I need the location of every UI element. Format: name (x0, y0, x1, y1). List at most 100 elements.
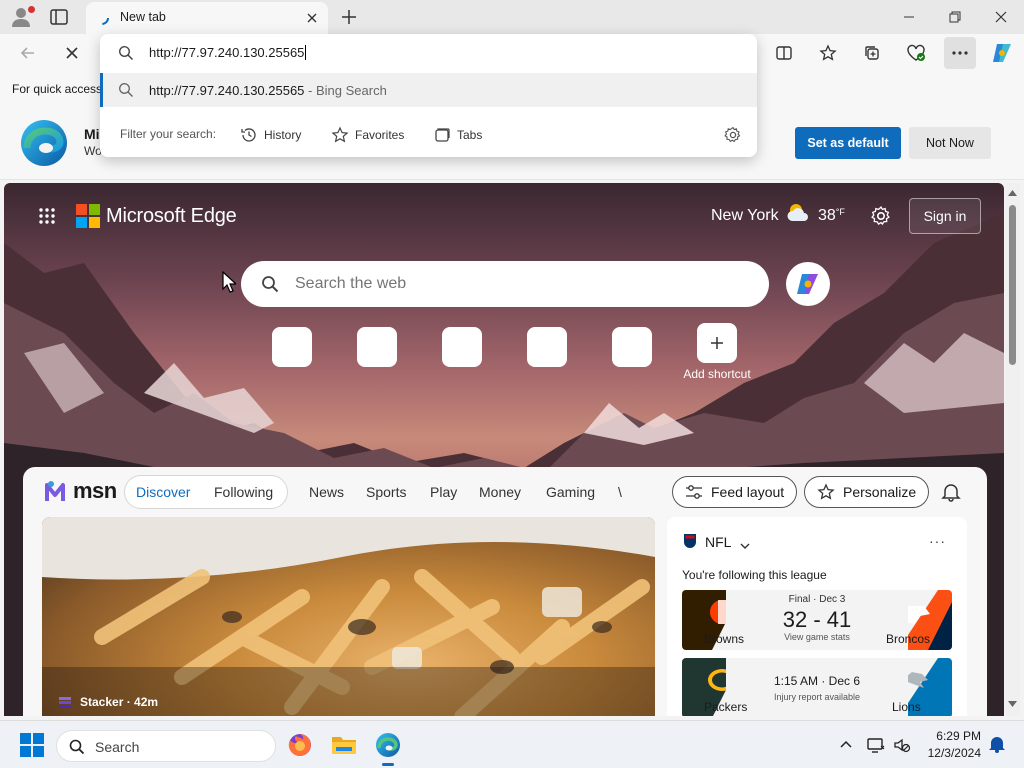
team-name: Packers (704, 700, 748, 714)
tab-discover[interactable]: Discover (136, 484, 190, 500)
tab-overflow[interactable]: \ (618, 484, 622, 500)
clock-date[interactable]: 12/3/2024 (925, 746, 981, 760)
more-options-icon[interactable]: ··· (929, 533, 946, 549)
bing-search-suggestion[interactable]: http://77.97.240.130.25565 - Bing Search (100, 73, 757, 107)
following-league-text: You're following this league (682, 568, 827, 582)
mouse-cursor-icon (222, 270, 238, 293)
personalize-button[interactable]: Personalize (804, 476, 930, 508)
add-shortcut-label: Add shortcut (683, 367, 751, 381)
minimize-icon[interactable] (886, 0, 932, 34)
set-as-default-button[interactable]: Set as default (795, 127, 901, 159)
search-icon (118, 82, 134, 98)
filter-history[interactable]: History (240, 123, 301, 147)
apps-grid-icon[interactable] (38, 207, 56, 225)
partly-cloudy-icon[interactable] (784, 201, 812, 227)
shortcut-tile[interactable] (527, 327, 567, 367)
network-icon[interactable] (866, 735, 886, 755)
edge-taskbar-icon[interactable] (372, 729, 404, 766)
hero-article-card[interactable]: Stacker · 42m (42, 517, 655, 716)
weather-temperature[interactable]: 38°F (818, 207, 845, 225)
nfl-card: NFL ··· You're following this league Bro… (667, 517, 967, 716)
copilot-icon[interactable] (986, 37, 1018, 69)
split-screen-icon[interactable] (768, 37, 800, 69)
msn-brand: msn (73, 478, 117, 503)
stop-loading-icon[interactable] (56, 37, 88, 69)
address-input[interactable]: http://77.97.240.130.25565 (149, 45, 307, 60)
volume-muted-icon[interactable] (892, 735, 912, 755)
tab-new-tab[interactable]: New tab (86, 2, 328, 34)
shortcut-tile[interactable] (442, 327, 482, 367)
feed-layout-button[interactable]: Feed layout (672, 476, 798, 508)
tab-news[interactable]: News (309, 484, 344, 500)
shortcut-tile[interactable] (612, 327, 652, 367)
article-source: Stacker · 42m (58, 695, 158, 709)
browser-essentials-icon[interactable] (900, 37, 932, 69)
page-settings-gear-icon[interactable] (870, 205, 892, 227)
tab-play[interactable]: Play (430, 484, 457, 500)
chevron-down-icon[interactable] (740, 538, 750, 549)
edge-logo-icon (19, 118, 69, 168)
sign-in-button[interactable]: Sign in (909, 198, 981, 234)
close-window-icon[interactable] (978, 0, 1024, 34)
nfl-shield-icon (683, 533, 697, 549)
star-icon (331, 126, 349, 143)
taskbar: Search 6:29 PM 12/3/2024 (0, 720, 1024, 768)
game-packers-lions[interactable]: Packers 1:15 AM · Dec 6 Injury report av… (682, 658, 952, 716)
tab-actions-icon[interactable] (48, 7, 70, 27)
clock-time[interactable]: 6:29 PM (925, 729, 981, 743)
filter-tabs[interactable]: Tabs (433, 123, 482, 147)
tab-sports[interactable]: Sports (366, 484, 406, 500)
shortcut-tile[interactable] (272, 327, 312, 367)
tab-following[interactable]: Following (214, 484, 273, 500)
scroll-up-arrow-icon[interactable] (1008, 189, 1017, 197)
tab-money[interactable]: Money (479, 484, 521, 500)
pasta-photo (42, 517, 655, 716)
taskbar-search-label: Search (95, 739, 140, 755)
chevron-up-icon[interactable] (836, 735, 856, 755)
search-icon (261, 275, 279, 293)
taskbar-search[interactable]: Search (56, 730, 276, 762)
title-bar: New tab (0, 0, 1024, 34)
copilot-search-icon[interactable] (786, 262, 830, 306)
web-search-input[interactable] (295, 275, 735, 293)
file-explorer-icon[interactable] (328, 729, 360, 761)
restore-icon[interactable] (932, 0, 978, 34)
scroll-down-arrow-icon[interactable] (1008, 700, 1017, 708)
game-browns-broncos[interactable]: Browns Final · Dec 3 32 - 41 View game s… (682, 590, 952, 650)
collections-icon[interactable] (856, 37, 888, 69)
search-icon (118, 45, 134, 61)
not-now-button[interactable]: Not Now (909, 127, 991, 159)
weather-city[interactable]: New York (711, 207, 779, 225)
new-tab-plus-icon[interactable] (338, 6, 360, 28)
tab-gaming[interactable]: Gaming (546, 484, 595, 500)
promo-title: Mi (84, 126, 100, 142)
favorites-star-icon[interactable] (812, 37, 844, 69)
notifications-bell-icon[interactable] (941, 482, 961, 502)
sparkle-star-icon (817, 483, 835, 500)
plus-icon (711, 337, 723, 349)
history-icon (241, 128, 256, 142)
ntp-brand: Microsoft Edge (106, 205, 237, 227)
more-options-icon[interactable] (944, 37, 976, 69)
shortcut-tile[interactable] (357, 327, 397, 367)
nfl-title[interactable]: NFL (705, 534, 731, 550)
microsoft-logo-icon (76, 204, 100, 228)
notification-bell-icon[interactable] (988, 735, 1008, 755)
close-tab-icon[interactable] (304, 10, 320, 26)
windows-start-icon[interactable] (20, 733, 44, 757)
page-scrollbar[interactable] (1005, 183, 1020, 716)
search-settings-gear-icon[interactable] (724, 126, 742, 144)
web-search-box[interactable] (241, 261, 769, 307)
sliders-icon (686, 485, 702, 499)
suggestion-text: http://77.97.240.130.25565 - Bing Search (149, 83, 387, 98)
scroll-thumb[interactable] (1009, 205, 1016, 365)
profile-notification-dot (28, 6, 35, 13)
team-name: Broncos (886, 632, 931, 646)
tab-title: New tab (120, 10, 166, 24)
address-bar[interactable]: http://77.97.240.130.25565 (100, 34, 757, 72)
add-shortcut-button[interactable] (697, 323, 737, 363)
address-bar-dropdown: http://77.97.240.130.25565 http://77.97.… (100, 34, 757, 157)
firefox-icon[interactable] (284, 729, 316, 761)
filter-favorites[interactable]: Favorites (331, 123, 404, 147)
back-arrow-icon[interactable] (12, 37, 44, 69)
